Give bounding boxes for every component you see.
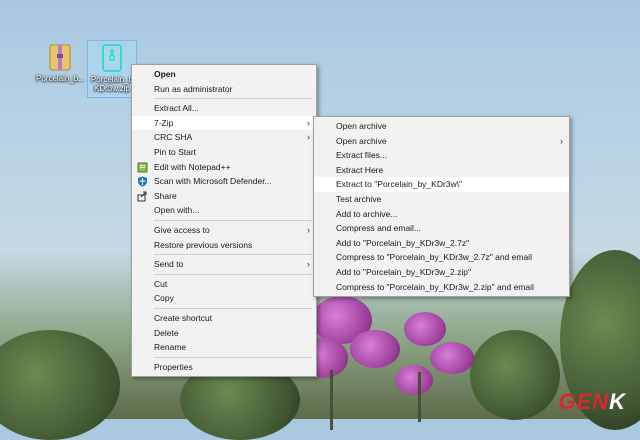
menu-item-label: Open with...	[154, 205, 200, 216]
menu-separator	[154, 219, 312, 221]
menu-item-label: Extract to "Porcelain_by_KDr3w\"	[336, 179, 463, 190]
chevron-right-icon: ›	[307, 117, 310, 128]
menu-item-label: Scan with Microsoft Defender...	[154, 176, 272, 187]
desktop-icon-label: Porcelain_b KDr3w.zip	[90, 75, 134, 93]
desktop-icon-porcelain-zip[interactable]: Porcelain_b KDr3w.zip	[87, 40, 137, 98]
menu-item-label: Add to "Porcelain_by_KDr3w_2.7z"	[336, 237, 470, 248]
menu-item-pin-to-start[interactable]: Pin to Start	[132, 145, 316, 160]
menu-item-label: Edit with Notepad++	[154, 161, 231, 172]
chevron-right-icon: ›	[307, 259, 310, 270]
menu-separator	[154, 356, 312, 358]
menu-item-run-as-admin[interactable]: Run as administrator	[132, 82, 316, 97]
menu-item-label: Test archive	[336, 193, 382, 204]
menu-item-label: Extract files...	[336, 150, 388, 161]
chevron-right-icon: ›	[307, 132, 310, 143]
submenu-item-open-archive[interactable]: Open archive	[314, 119, 569, 134]
menu-item-label: Rename	[154, 342, 187, 353]
watermark-part-gen: GEN	[558, 389, 610, 414]
menu-item-label: Copy	[154, 293, 174, 304]
chevron-right-icon: ›	[307, 224, 310, 235]
menu-item-properties[interactable]: Properties	[132, 360, 316, 375]
menu-item-label: Open archive	[336, 121, 387, 131]
menu-item-rename[interactable]: Rename	[132, 340, 316, 355]
menu-separator	[154, 273, 312, 275]
submenu-item-extract-files[interactable]: Extract files...	[314, 148, 569, 163]
submenu-item-add-zip[interactable]: Add to "Porcelain_by_KDr3w_2.zip"	[314, 265, 569, 280]
menu-item-label: Run as administrator	[154, 83, 233, 94]
menu-item-label: Open	[154, 69, 176, 79]
menu-item-create-shortcut[interactable]: Create shortcut	[132, 311, 316, 326]
menu-item-label: Add to archive...	[336, 208, 398, 219]
menu-separator	[154, 98, 312, 100]
menu-item-give-access[interactable]: Give access to ›	[132, 223, 316, 238]
menu-item-label: Send to	[154, 259, 184, 270]
submenu-item-test-archive[interactable]: Test archive	[314, 192, 569, 207]
submenu-item-compress-7z-email[interactable]: Compress to "Porcelain_by_KDr3w_2.7z" an…	[314, 250, 569, 265]
menu-separator	[154, 307, 312, 309]
menu-item-label: Restore previous versions	[154, 239, 253, 250]
genk-watermark-logo: GENK	[558, 389, 626, 415]
menu-item-label: Give access to	[154, 224, 210, 235]
menu-item-label: Compress to "Porcelain_by_KDr3w_2.7z" an…	[336, 252, 532, 263]
menu-item-send-to[interactable]: Send to ›	[132, 257, 316, 272]
desktop-icon-label: Porcelain_b...	[36, 74, 85, 83]
submenu-item-extract-here[interactable]: Extract Here	[314, 163, 569, 178]
menu-item-label: Extract Here	[336, 164, 384, 175]
menu-item-share[interactable]: Share	[132, 189, 316, 204]
menu-item-7zip[interactable]: 7-Zip ›	[132, 115, 316, 131]
menu-item-label: Open archive	[336, 135, 387, 146]
notepad-plus-plus-icon	[137, 162, 148, 173]
archive-folder-icon	[48, 42, 72, 72]
menu-item-delete[interactable]: Delete	[132, 326, 316, 341]
menu-item-extract-all[interactable]: Extract All...	[132, 101, 316, 116]
menu-item-restore-versions[interactable]: Restore previous versions	[132, 238, 316, 253]
menu-item-label: Compress to "Porcelain_by_KDr3w_2.zip" a…	[336, 281, 534, 292]
zip-file-icon	[100, 43, 124, 73]
desktop-icon-porcelain[interactable]: Porcelain_b...	[36, 40, 85, 83]
menu-item-label: Delete	[154, 327, 179, 338]
menu-item-open-with[interactable]: Open with...	[132, 203, 316, 218]
menu-item-scan-defender[interactable]: Scan with Microsoft Defender...	[132, 174, 316, 189]
menu-separator	[154, 254, 312, 256]
submenu-item-compress-email[interactable]: Compress and email...	[314, 221, 569, 236]
submenu-item-open-archive-more[interactable]: Open archive ›	[314, 134, 569, 149]
menu-item-label: Add to "Porcelain_by_KDr3w_2.zip"	[336, 266, 472, 277]
menu-item-label: Pin to Start	[154, 146, 197, 157]
defender-shield-icon	[137, 176, 148, 187]
share-icon	[137, 191, 148, 202]
menu-item-label: Compress and email...	[336, 223, 422, 234]
sevenzip-submenu: Open archive Open archive › Extract files…	[313, 116, 570, 298]
menu-item-label: Cut	[154, 278, 168, 289]
menu-item-crc-sha[interactable]: CRC SHA ›	[132, 130, 316, 145]
context-menu: Open Run as administrator Extract All...…	[131, 64, 317, 378]
menu-item-label: 7-Zip	[154, 117, 174, 128]
menu-item-edit-notepad[interactable]: Edit with Notepad++	[132, 160, 316, 175]
submenu-item-compress-zip-email[interactable]: Compress to "Porcelain_by_KDr3w_2.zip" a…	[314, 280, 569, 295]
watermark-part-k: K	[609, 389, 626, 414]
menu-item-label: Properties	[154, 361, 193, 372]
menu-item-open[interactable]: Open	[132, 67, 316, 82]
menu-item-label: Create shortcut	[154, 312, 213, 323]
submenu-item-extract-to-folder[interactable]: Extract to "Porcelain_by_KDr3w\"	[314, 177, 569, 192]
menu-item-cut[interactable]: Cut	[132, 277, 316, 292]
menu-item-label: Share	[154, 190, 177, 201]
menu-item-label: CRC SHA	[154, 132, 193, 143]
submenu-item-add-7z[interactable]: Add to "Porcelain_by_KDr3w_2.7z"	[314, 236, 569, 251]
menu-item-label: Extract All...	[154, 103, 199, 114]
chevron-right-icon: ›	[560, 135, 563, 146]
submenu-item-add-to-archive[interactable]: Add to archive...	[314, 207, 569, 222]
menu-item-copy[interactable]: Copy	[132, 291, 316, 306]
